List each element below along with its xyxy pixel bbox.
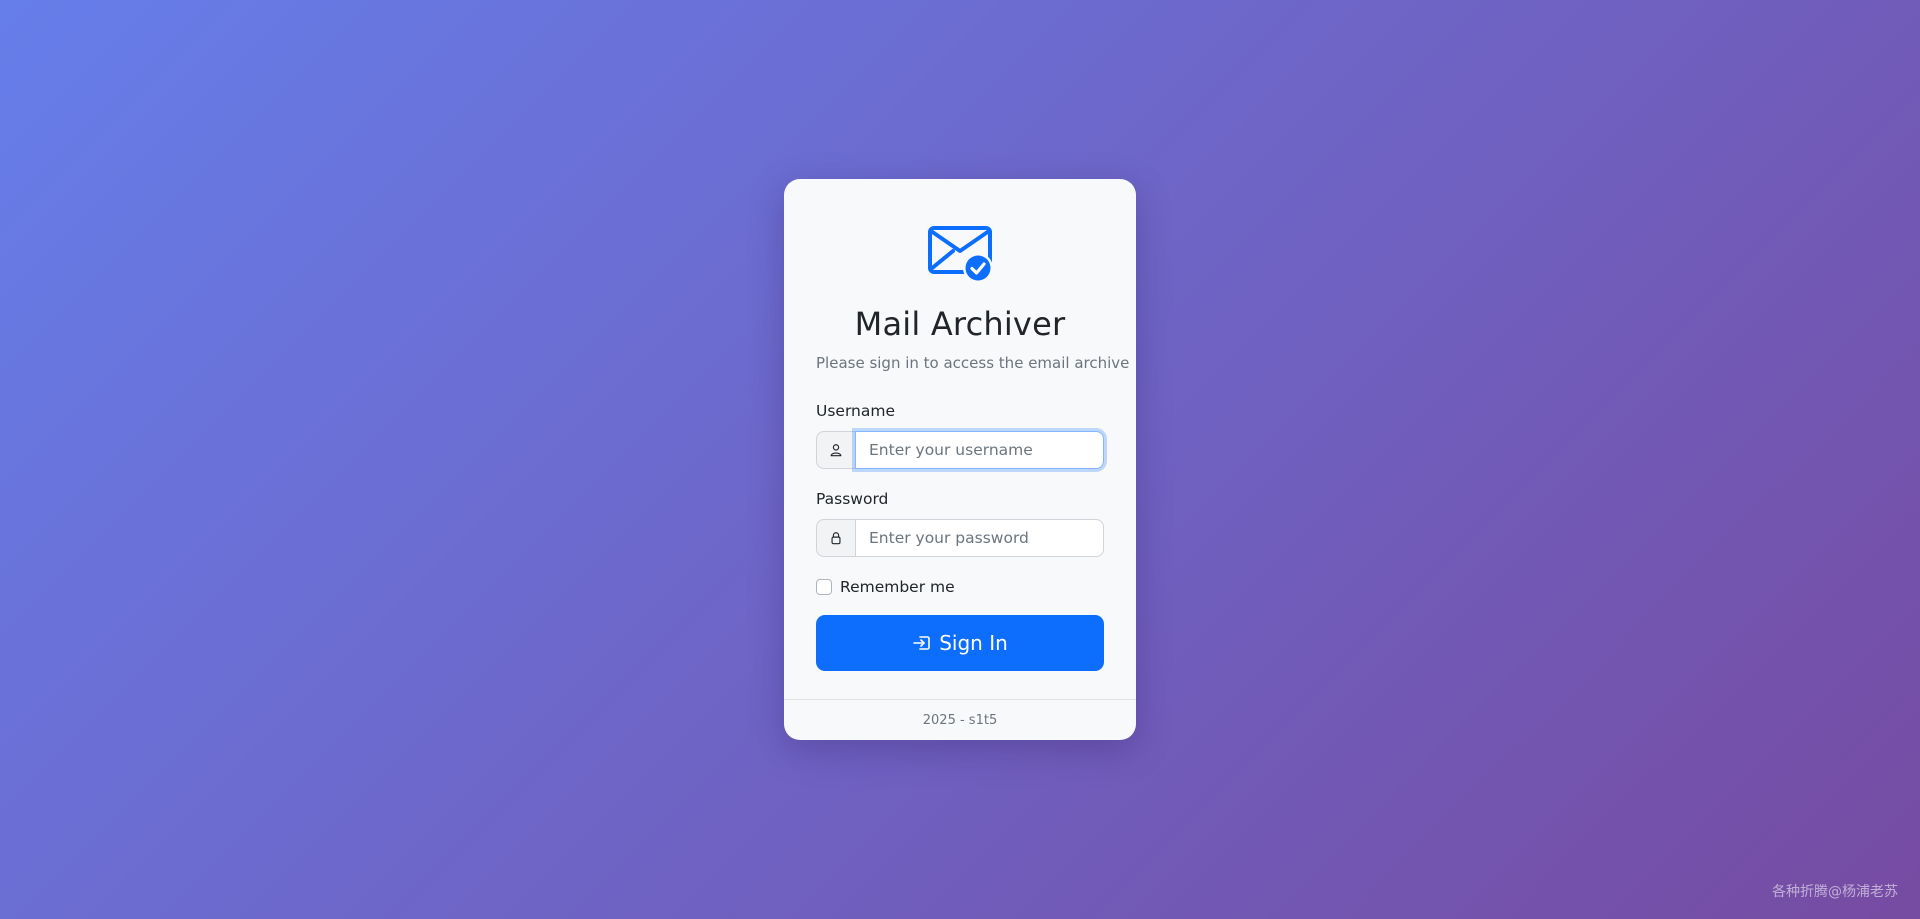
username-input-group [816,431,1104,469]
password-input[interactable] [855,519,1104,557]
login-card: Mail Archiver Please sign in to access t… [784,179,1136,740]
remember-me-label[interactable]: Remember me [840,577,955,597]
footer-text: 2025 - s1t5 [922,712,998,728]
username-input[interactable] [855,431,1104,469]
password-input-group [816,519,1104,557]
card-footer: 2025 - s1t5 [784,699,1136,740]
remember-me-row: Remember me [816,577,1104,597]
sign-in-label: Sign In [939,631,1008,655]
username-label: Username [816,402,896,420]
watermark: 各种折腾@杨浦老苏 [1772,884,1898,900]
app-subtitle: Please sign in to access the email archi… [816,354,1130,372]
app-title: Mail Archiver [854,305,1066,343]
username-addon [816,431,855,469]
sign-in-button[interactable]: Sign In [816,615,1104,671]
login-card-body: Mail Archiver Please sign in to access t… [784,179,1136,671]
envelope-check-icon [928,226,993,283]
password-label: Password [816,490,889,508]
person-icon [830,444,842,457]
box-arrow-in-right-icon [913,636,931,650]
lock-icon [831,532,841,545]
password-addon [816,519,855,557]
remember-me-checkbox[interactable] [816,579,832,595]
